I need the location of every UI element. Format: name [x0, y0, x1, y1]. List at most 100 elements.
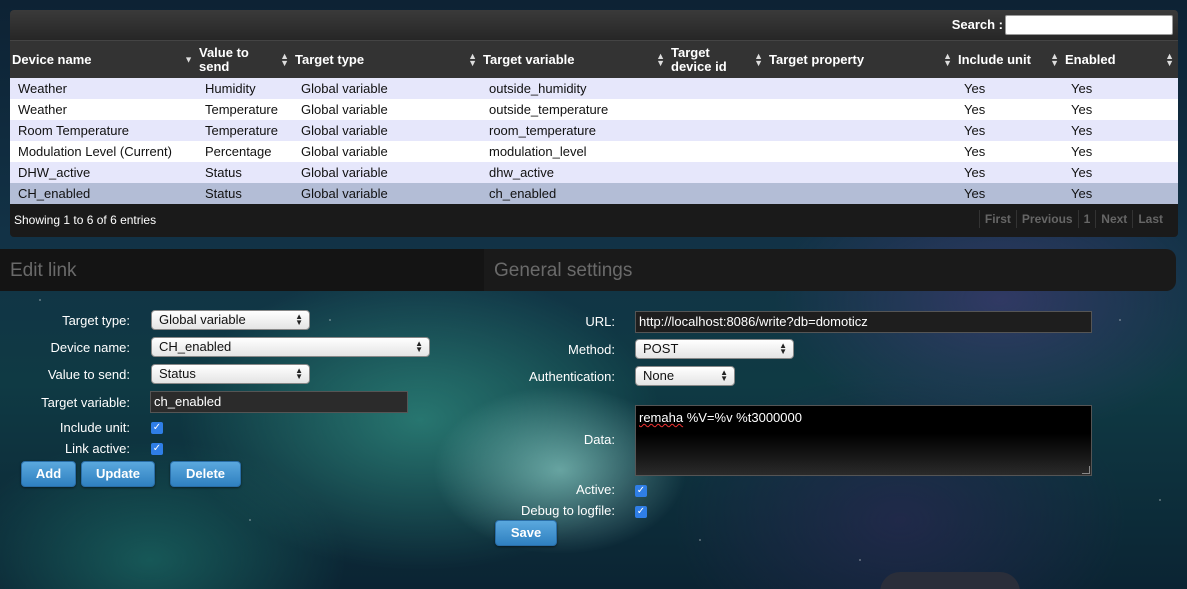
device-name-select[interactable]: CH_enabled ▲ ▼ — [151, 337, 430, 357]
updown-arrows-icon: ▲ ▼ — [295, 366, 303, 381]
pagination-next[interactable]: Next — [1095, 210, 1132, 228]
cell-device-name: Weather — [18, 81, 67, 96]
column-header-target-type[interactable]: Target type ▲ ▼ — [293, 41, 481, 78]
authentication-value: None — [643, 368, 675, 383]
cell-include-unit: Yes — [964, 123, 986, 138]
url-label: URL: — [585, 314, 615, 329]
cell-target-variable: room_temperature — [489, 123, 596, 138]
cell-enabled: Yes — [1071, 81, 1093, 96]
target-variable-input[interactable]: ch_enabled — [150, 391, 408, 413]
column-header-label: Enabled — [1065, 51, 1116, 67]
sort-both-icon: ▲ ▼ — [468, 50, 477, 68]
column-header-device-name[interactable]: Device name ▼ — [10, 41, 197, 78]
table-toolbar: Search : — [10, 10, 1178, 40]
authentication-select[interactable]: None ▲ ▼ — [635, 366, 735, 386]
data-textarea[interactable]: remaha %V=%v %t3000000 — [635, 405, 1092, 476]
method-value: POST — [643, 341, 679, 356]
add-button[interactable]: Add — [21, 461, 76, 487]
cell-target-variable: outside_humidity — [489, 81, 587, 96]
value-to-send-value: Status — [159, 366, 196, 381]
pagination-page-1[interactable]: 1 — [1077, 210, 1096, 228]
device-name-label: Device name: — [50, 340, 130, 355]
sort-both-icon: ▲ ▼ — [943, 50, 952, 68]
edit-link-title: Edit link — [10, 260, 77, 281]
data-text-misspelled: remaha — [639, 410, 684, 425]
cell-target-type: Global variable — [301, 81, 388, 96]
cell-include-unit: Yes — [964, 165, 986, 180]
checkmark-icon: ✓ — [636, 485, 646, 496]
general-settings-header: General settings — [484, 249, 1176, 291]
column-header-label: Target type — [295, 51, 365, 67]
resize-handle-icon[interactable] — [1082, 466, 1090, 474]
url-input[interactable]: http://localhost:8086/write?db=domoticz — [635, 311, 1092, 333]
table-row[interactable]: Weather Humidity Global variable outside… — [10, 78, 1178, 99]
cell-target-variable: modulation_level — [489, 144, 587, 159]
column-header-include-unit[interactable]: Include unit ▲ ▼ — [956, 41, 1063, 78]
table-row[interactable]: Weather Temperature Global variable outs… — [10, 99, 1178, 120]
pagination-last[interactable]: Last — [1132, 210, 1168, 228]
table-body: Weather Humidity Global variable outside… — [10, 78, 1178, 204]
cell-include-unit: Yes — [964, 102, 986, 117]
column-header-target-property[interactable]: Target property ▲ ▼ — [767, 41, 956, 78]
updown-arrows-icon: ▲ ▼ — [415, 339, 423, 354]
update-button[interactable]: Update — [81, 461, 155, 487]
column-header-value-to-send[interactable]: Value to send ▲ ▼ — [197, 41, 293, 78]
updown-arrows-icon: ▲ ▼ — [779, 341, 787, 356]
authentication-label: Authentication: — [528, 369, 615, 384]
pagination-previous[interactable]: Previous — [1015, 210, 1078, 228]
cell-value-to-send: Status — [205, 165, 242, 180]
column-header-label: Target device id — [671, 44, 727, 74]
table-row-selected[interactable]: CH_enabled Status Global variable ch_ena… — [10, 183, 1178, 204]
search-input[interactable] — [1005, 15, 1173, 35]
cell-value-to-send: Temperature — [205, 123, 278, 138]
column-header-target-device-id[interactable]: Target device id ▲ ▼ — [669, 41, 767, 78]
cell-device-name: Modulation Level (Current) — [18, 144, 172, 159]
checkmark-icon: ✓ — [636, 506, 646, 517]
sort-both-icon: ▲ ▼ — [754, 50, 763, 68]
data-text: %V=%v %t3000000 — [683, 410, 802, 425]
cell-target-type: Global variable — [301, 165, 388, 180]
include-unit-checkbox[interactable]: ✓ — [151, 422, 163, 434]
cell-enabled: Yes — [1071, 165, 1093, 180]
method-select[interactable]: POST ▲ ▼ — [635, 339, 794, 359]
table-row[interactable]: Modulation Level (Current) Percentage Gl… — [10, 141, 1178, 162]
include-unit-label: Include unit: — [59, 420, 130, 435]
column-header-target-variable[interactable]: Target variable ▲ ▼ — [481, 41, 669, 78]
links-table-panel: Search : Device name ▼ Value to send ▲ ▼ … — [10, 10, 1178, 237]
cell-value-to-send: Humidity — [205, 81, 256, 96]
sort-both-icon: ▲ ▼ — [280, 50, 289, 68]
cell-device-name: DHW_active — [18, 165, 91, 180]
debug-logfile-checkbox[interactable]: ✓ — [635, 506, 647, 518]
save-button[interactable]: Save — [495, 520, 557, 546]
background-mountain — [880, 572, 1020, 589]
sort-both-icon: ▲ ▼ — [656, 50, 665, 68]
link-active-checkbox[interactable]: ✓ — [151, 443, 163, 455]
link-active-label: Link active: — [64, 441, 130, 456]
general-settings-title: General settings — [494, 260, 633, 281]
device-name-value: CH_enabled — [159, 339, 232, 354]
sort-both-icon: ▲ ▼ — [1050, 50, 1059, 68]
data-label: Data: — [583, 432, 615, 447]
sort-both-icon: ▲ ▼ — [1165, 50, 1174, 68]
delete-button[interactable]: Delete — [170, 461, 241, 487]
target-type-select[interactable]: Global variable ▲ ▼ — [151, 310, 310, 330]
value-to-send-select[interactable]: Status ▲ ▼ — [151, 364, 310, 384]
cell-value-to-send: Temperature — [205, 102, 278, 117]
cell-device-name: CH_enabled — [18, 186, 91, 201]
target-type-value: Global variable — [159, 312, 246, 327]
cell-value-to-send: Percentage — [205, 144, 272, 159]
cell-target-type: Global variable — [301, 186, 388, 201]
column-header-label: Target variable — [483, 51, 575, 67]
cell-device-name: Room Temperature — [18, 123, 130, 138]
updown-arrows-icon: ▲ ▼ — [720, 368, 728, 383]
active-checkbox[interactable]: ✓ — [635, 485, 647, 497]
cell-enabled: Yes — [1071, 123, 1093, 138]
pagination-first[interactable]: First — [978, 210, 1016, 228]
cell-value-to-send: Status — [205, 186, 242, 201]
cell-include-unit: Yes — [964, 144, 986, 159]
table-row[interactable]: DHW_active Status Global variable dhw_ac… — [10, 162, 1178, 183]
table-row[interactable]: Room Temperature Temperature Global vari… — [10, 120, 1178, 141]
pagination: First Previous 1 Next Last — [978, 210, 1168, 228]
column-header-label: Device name — [12, 51, 92, 67]
column-header-enabled[interactable]: Enabled ▲ ▼ — [1063, 41, 1178, 78]
